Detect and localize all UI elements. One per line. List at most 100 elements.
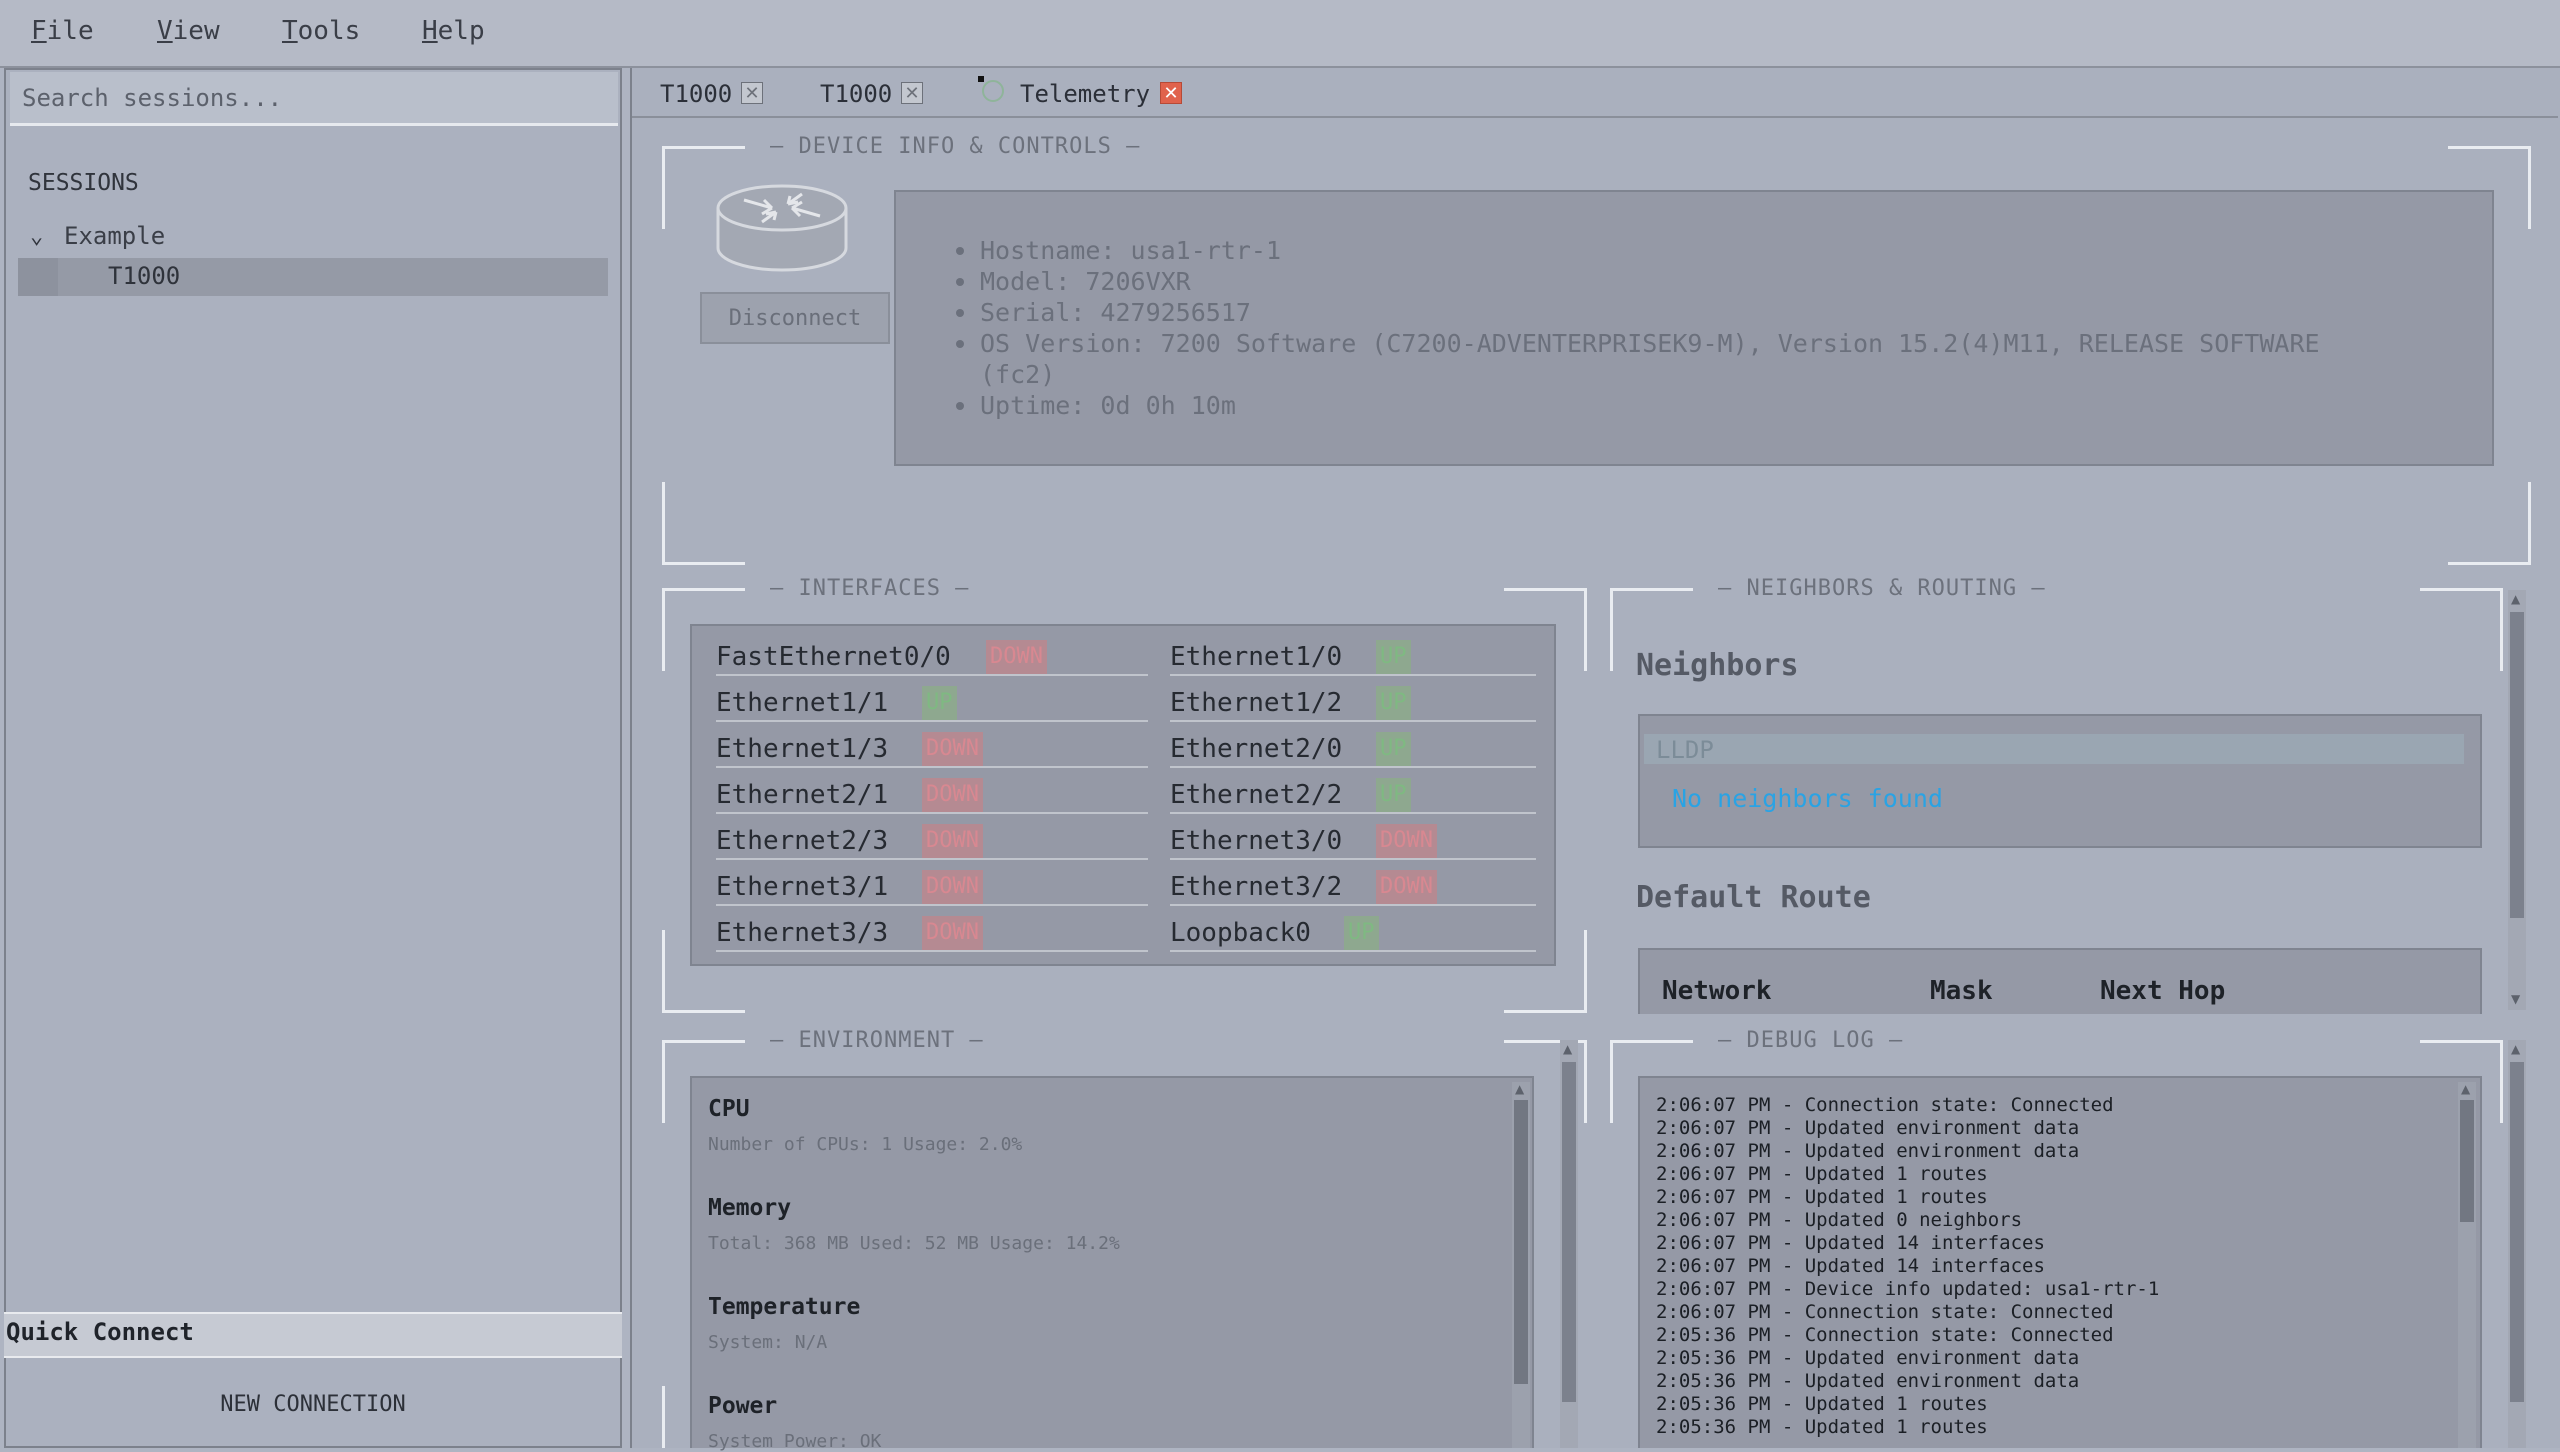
tree-item-label[interactable]: T1000 — [108, 262, 180, 290]
bullet — [956, 402, 964, 410]
divider — [716, 812, 1148, 814]
log-line: 2:06:07 PM - Updated 14 interfaces — [1656, 1232, 2045, 1254]
section-title-environment: — ENVIRONMENT — — [770, 1028, 984, 1053]
tab-label[interactable]: T1000 — [820, 80, 892, 108]
device-model: Model: 7206VXR — [980, 267, 1191, 296]
scroll-up-icon[interactable]: ▲ — [2511, 1042, 2520, 1056]
log-line: 2:05:36 PM - Connection state: Connected — [1656, 1324, 2114, 1346]
disconnect-label[interactable]: Disconnect — [700, 306, 890, 331]
log-line: 2:05:36 PM - Updated 1 routes — [1656, 1393, 1988, 1415]
status-badge: DOWN — [922, 870, 983, 904]
status-badge: UP — [922, 686, 957, 720]
status-badge: UP — [1376, 732, 1411, 766]
scroll-up-icon[interactable]: ▲ — [1563, 1042, 1572, 1056]
divider — [1170, 674, 1536, 676]
status-badge: DOWN — [922, 732, 983, 766]
env-memory-title: Memory — [708, 1195, 792, 1221]
menu-help[interactable]: Help — [422, 16, 485, 46]
section-title-debug-log: — DEBUG LOG — — [1718, 1028, 1904, 1053]
divider — [1170, 904, 1536, 906]
section-title-neighbors: — NEIGHBORS & ROUTING — — [1718, 576, 2046, 601]
status-badge: DOWN — [1376, 824, 1437, 858]
column-mask: Mask — [1930, 976, 1993, 1006]
log-line: 2:06:07 PM - Updated environment data — [1656, 1117, 2080, 1139]
env-power-title: Power — [708, 1393, 778, 1419]
log-line: 2:06:07 PM - Connection state: Connected — [1656, 1094, 2114, 1116]
scroll-up-icon[interactable]: ▲ — [1515, 1082, 1524, 1096]
menu-view[interactable]: View — [157, 16, 220, 46]
close-icon[interactable]: ✕ — [901, 82, 923, 104]
scrollbar-thumb[interactable] — [1514, 1100, 1528, 1384]
search-placeholder: Search sessions... — [22, 84, 283, 112]
interface-name: Ethernet2/0 — [1170, 734, 1343, 764]
interface-name: Ethernet1/3 — [716, 734, 889, 764]
divider — [716, 858, 1148, 860]
bullet — [956, 278, 964, 286]
corner-bracket — [2448, 482, 2531, 565]
scrollbar-thumb[interactable] — [2510, 1062, 2524, 1402]
scrollbar-thumb[interactable] — [2460, 1100, 2474, 1222]
status-badge: UP — [1344, 916, 1379, 950]
bullet — [956, 309, 964, 317]
interface-name: Ethernet3/0 — [1170, 826, 1343, 856]
scrollbar-thumb[interactable] — [1562, 1062, 1576, 1402]
quick-connect-label[interactable]: Quick Connect — [6, 1318, 194, 1346]
env-cpu-title: CPU — [708, 1096, 750, 1122]
scroll-up-icon[interactable]: ▲ — [2511, 592, 2520, 606]
log-line: 2:06:07 PM - Device info updated: usa1-r… — [1656, 1278, 2160, 1300]
section-title-interfaces: — INTERFACES — — [770, 576, 970, 601]
scroll-down-icon[interactable]: ▼ — [2511, 992, 2520, 1006]
interface-name: FastEthernet0/0 — [716, 642, 951, 672]
no-neighbors-text: No neighbors found — [1672, 784, 1943, 813]
new-connection-label[interactable]: NEW CONNECTION — [0, 1392, 626, 1417]
sessions-heading: SESSIONS — [28, 170, 139, 196]
menu-file[interactable]: File — [31, 16, 94, 46]
menu-tools[interactable]: Tools — [282, 16, 360, 46]
divider — [716, 674, 1148, 676]
divider — [716, 904, 1148, 906]
scrollbar-thumb[interactable] — [2510, 612, 2524, 918]
scroll-up-icon[interactable]: ▲ — [2461, 1082, 2470, 1096]
device-serial: Serial: 4279256517 — [980, 298, 1251, 327]
tree-group-label[interactable]: Example — [64, 222, 165, 250]
divider — [716, 766, 1148, 768]
log-line: 2:06:07 PM - Connection state: Connected — [1656, 1301, 2114, 1323]
router-icon — [716, 184, 848, 272]
bullet — [956, 247, 964, 255]
close-icon[interactable]: ✕ — [1160, 82, 1182, 104]
interface-name: Loopback0 — [1170, 918, 1311, 948]
lldp-label: LLDP — [1656, 736, 1714, 764]
corner-bracket — [662, 482, 745, 565]
interface-name: Ethernet3/1 — [716, 872, 889, 902]
chevron-down-icon[interactable]: ⌄ — [30, 224, 43, 249]
default-route-heading: Default Route — [1636, 880, 1871, 915]
corner-bracket — [2420, 588, 2503, 671]
interface-name: Ethernet2/3 — [716, 826, 889, 856]
device-os-version-cont: (fc2) — [980, 360, 1056, 389]
status-badge: DOWN — [922, 824, 983, 858]
telemetry-status-icon — [982, 80, 1004, 102]
interface-name: Ethernet2/2 — [1170, 780, 1343, 810]
log-line: 2:05:36 PM - Updated environment data — [1656, 1370, 2080, 1392]
tab-label[interactable]: T1000 — [660, 80, 732, 108]
log-line: 2:05:36 PM - Updated 1 routes — [1656, 1416, 1988, 1438]
tab-label[interactable]: Telemetry — [1020, 80, 1150, 108]
interface-name: Ethernet3/2 — [1170, 872, 1343, 902]
close-icon[interactable]: ✕ — [741, 82, 763, 104]
tree-item-indent — [18, 258, 58, 296]
log-line: 2:06:07 PM - Updated environment data — [1656, 1140, 2080, 1162]
log-line: 2:06:07 PM - Updated 14 interfaces — [1656, 1255, 2045, 1277]
log-line: 2:06:07 PM - Updated 1 routes — [1656, 1163, 1988, 1185]
bullet — [956, 340, 964, 348]
interface-name: Ethernet3/3 — [716, 918, 889, 948]
device-hostname: Hostname: usa1-rtr-1 — [980, 236, 1282, 265]
divider — [1170, 950, 1536, 952]
column-network: Network — [1662, 976, 1772, 1006]
env-temperature-detail: System: N/A — [708, 1332, 828, 1353]
device-os-version: OS Version: 7200 Software (C7200-ADVENTE… — [980, 329, 2320, 358]
log-line: 2:05:36 PM - Updated environment data — [1656, 1347, 2080, 1369]
lldp-header[interactable] — [1644, 734, 2464, 764]
environment-panel — [690, 1076, 1534, 1448]
divider — [716, 720, 1148, 722]
tree-item-t1000[interactable] — [18, 258, 608, 296]
